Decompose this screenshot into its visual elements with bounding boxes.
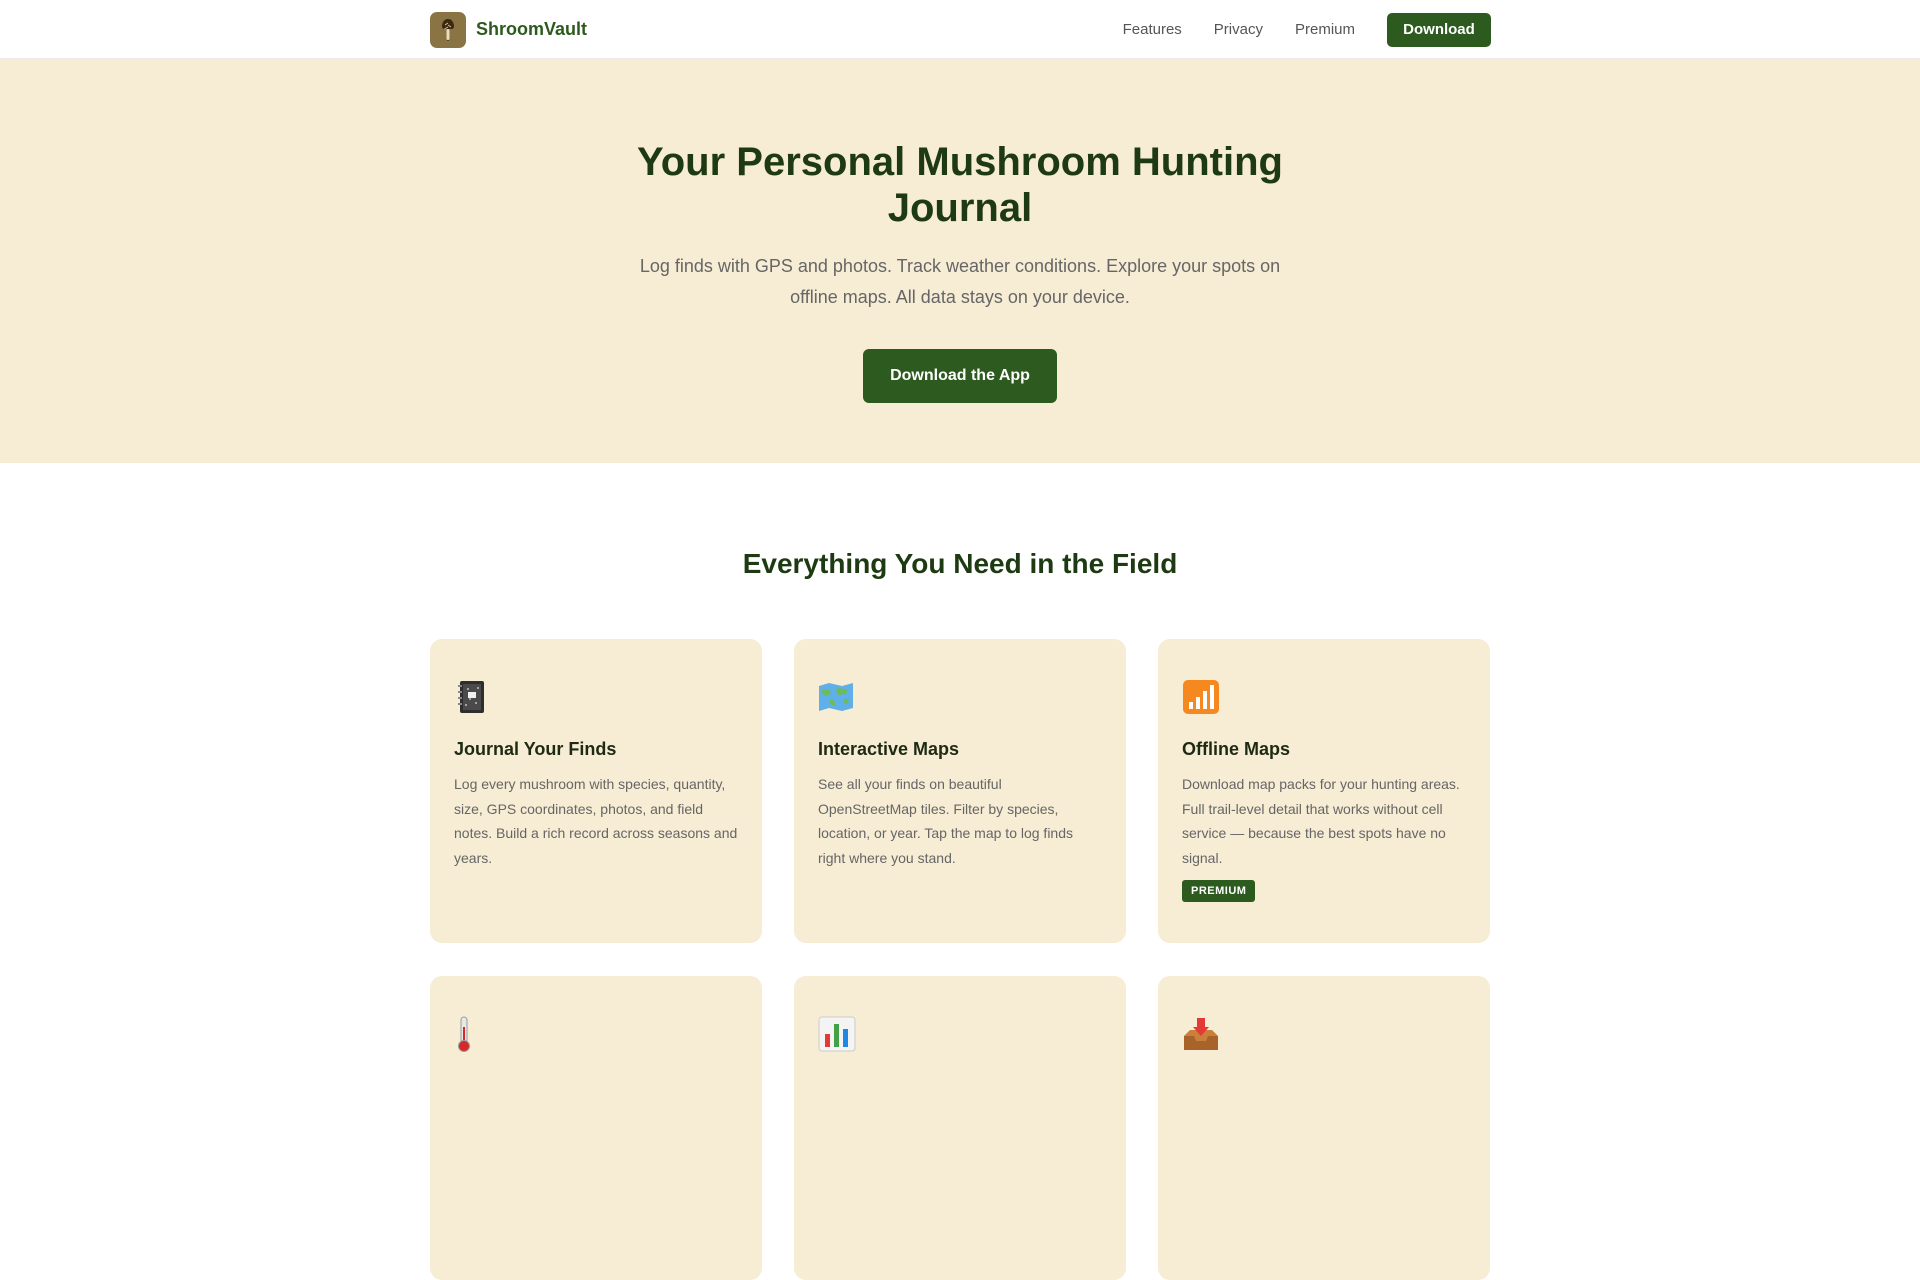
- hero-subtitle: Log finds with GPS and photos. Track wea…: [639, 256, 1281, 307]
- main-nav: Features Privacy Premium Download: [1091, 12, 1491, 47]
- feature-cards: Journal Your Finds Log every mushroom wi…: [430, 639, 1491, 1280]
- feature-card-description: Log every mushroom with species, quantit…: [454, 776, 738, 866]
- feature-card-title: Interactive Maps: [818, 739, 960, 759]
- feature-card-description: Download map packs for your hunting area…: [1182, 776, 1460, 866]
- world-map-icon: [818, 677, 858, 717]
- notebook-icon: [454, 677, 494, 717]
- feature-card-journal: Journal Your Finds Log every mushroom wi…: [430, 639, 762, 943]
- feature-card-title: Journal Your Finds: [454, 739, 617, 759]
- feature-card-title: Offline Maps: [1182, 739, 1291, 759]
- feature-card-stats: [794, 976, 1126, 1280]
- mushroom-icon: [430, 11, 466, 48]
- download-app-button[interactable]: Download the App: [863, 349, 1057, 403]
- nav-link-privacy[interactable]: Privacy: [1214, 21, 1263, 38]
- inbox-tray-icon: [1182, 1014, 1222, 1054]
- feature-card-offline-maps: Offline Maps Download map packs for your…: [1158, 639, 1490, 943]
- feature-card-maps: Interactive Maps See all your finds on b…: [794, 639, 1126, 943]
- thermometer-icon: [454, 1014, 494, 1054]
- premium-badge: PREMIUM: [1182, 880, 1256, 902]
- header-download-button[interactable]: Download: [1387, 12, 1491, 47]
- hero-title: Your Personal Mushroom Hunting Journal: [637, 140, 1283, 230]
- feature-card-description: See all your finds on beautiful OpenStre…: [818, 776, 1074, 866]
- signal-bars-icon: [1182, 677, 1222, 717]
- hero-section: Your Personal Mushroom Hunting Journal L…: [0, 59, 1920, 463]
- site-header: ShroomVault Features Privacy Premium Dow…: [0, 0, 1920, 59]
- feature-card-weather: [430, 976, 762, 1280]
- nav-link-premium[interactable]: Premium: [1295, 21, 1355, 38]
- header-inner: ShroomVault Features Privacy Premium Dow…: [430, 0, 1491, 59]
- nav-link-features[interactable]: Features: [1123, 21, 1182, 38]
- brand-link[interactable]: ShroomVault: [430, 11, 588, 48]
- brand-name: ShroomVault: [476, 19, 588, 39]
- bar-chart-icon: [818, 1014, 858, 1054]
- feature-card-import: [1158, 976, 1490, 1280]
- features-title: Everything You Need in the Field: [742, 548, 1178, 579]
